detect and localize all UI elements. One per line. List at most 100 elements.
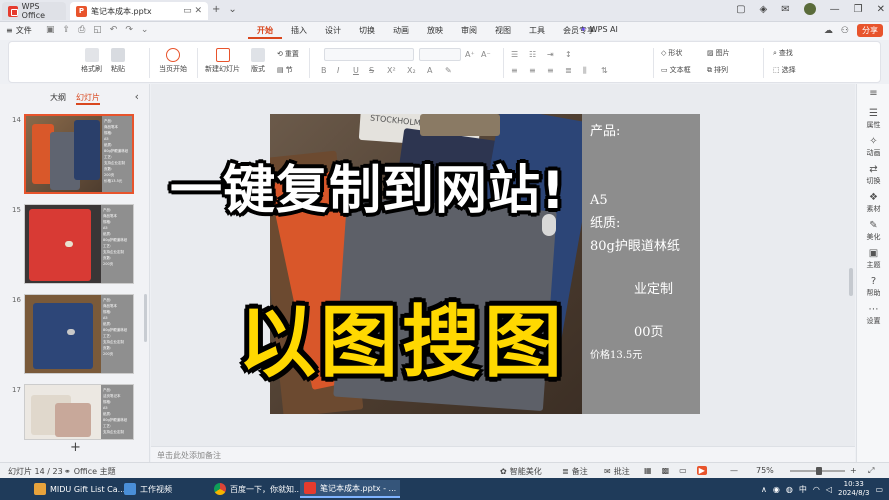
reading-view-icon[interactable]: ▭ bbox=[679, 466, 687, 475]
window-icon[interactable]: ▢ bbox=[736, 4, 745, 15]
increase-font-icon[interactable]: A⁺ bbox=[465, 50, 475, 59]
align-left-icon[interactable]: ≡ bbox=[511, 66, 518, 75]
tab-slideshow[interactable]: 放映 bbox=[418, 25, 452, 39]
zoom-level[interactable]: 75% bbox=[756, 466, 774, 475]
sidebar-expand[interactable]: ≡ bbox=[857, 88, 889, 100]
tab-view[interactable]: 视图 bbox=[486, 25, 520, 39]
tray-expand-icon[interactable]: ∧ bbox=[761, 485, 767, 494]
skin-icon[interactable]: ◈ bbox=[760, 4, 768, 15]
redo-icon[interactable]: ↷ bbox=[125, 25, 133, 35]
cloud-icon[interactable]: ☁ bbox=[824, 26, 833, 36]
slide-thumbnail-14[interactable]: 产品: 商品笔本 规格: A5 纸质: 80g护眼道林纸 工艺: 支持企业定制 … bbox=[24, 114, 134, 194]
tab-start[interactable]: 开始 bbox=[248, 25, 282, 39]
slideshow-from-current-button[interactable]: 当页开始 bbox=[159, 48, 187, 74]
textbox-button[interactable]: ▭ 文本框 bbox=[661, 65, 691, 75]
tab-transition[interactable]: 切换 bbox=[350, 25, 384, 39]
tab-tools[interactable]: 工具 bbox=[520, 25, 554, 39]
wechat-icon[interactable]: ◍ bbox=[786, 485, 793, 494]
print-icon[interactable]: ⎙ bbox=[78, 25, 85, 35]
canvas-scrollbar[interactable] bbox=[849, 268, 853, 296]
new-tab-icon[interactable]: + bbox=[212, 4, 220, 15]
tab-list-icon[interactable]: ⌄ bbox=[228, 4, 236, 15]
taskbar-item-browser[interactable]: 百度一下，你就知... bbox=[210, 480, 306, 498]
theme-indicator[interactable]: ⚭ Office 主题 bbox=[64, 466, 116, 477]
play-slideshow-icon[interactable]: ▶ bbox=[697, 466, 707, 475]
numbering-icon[interactable]: ☷ bbox=[529, 50, 536, 59]
sidebar-item-properties[interactable]: ☰属性 bbox=[857, 108, 889, 130]
tab-wps-office[interactable]: WPS Office bbox=[2, 2, 66, 20]
close-window-icon[interactable]: ✕ bbox=[877, 4, 885, 15]
bold-icon[interactable]: B bbox=[321, 66, 327, 75]
tab-document[interactable]: P 笔记本成本.pptx ▭ ✕ bbox=[70, 2, 208, 20]
slide-thumbnail-16[interactable]: 产品: 商品笔本 规格: A5 纸质: 80g护眼道林纸 工艺: 支持企业定制 … bbox=[24, 294, 134, 374]
avatar[interactable] bbox=[804, 3, 816, 15]
tab-slides[interactable]: 幻灯片 bbox=[76, 92, 100, 105]
tray-app-icon[interactable]: ◉ bbox=[773, 485, 780, 494]
grid-view-icon[interactable]: ▩ bbox=[662, 466, 670, 475]
sidebar-item-help[interactable]: ?帮助 bbox=[857, 276, 889, 298]
taskbar-item-folder[interactable]: 工作视频 bbox=[120, 480, 176, 498]
paste-button[interactable]: 粘贴 bbox=[111, 48, 125, 74]
superscript-icon[interactable]: X² bbox=[387, 66, 396, 75]
find-button[interactable]: ⌕ 查找 bbox=[773, 48, 793, 58]
reset-button[interactable]: ⟲ 重置 bbox=[277, 49, 299, 59]
sidebar-item-settings[interactable]: ⋯设置 bbox=[857, 304, 889, 326]
italic-icon[interactable]: I bbox=[337, 66, 339, 75]
decrease-font-icon[interactable]: A⁻ bbox=[481, 50, 491, 59]
section-button[interactable]: ▤ 节 bbox=[277, 65, 293, 75]
zoom-handle[interactable] bbox=[816, 467, 822, 475]
text-direction-icon[interactable]: ⇅ bbox=[601, 66, 608, 75]
notes-toggle[interactable]: ≣ 备注 bbox=[562, 466, 588, 477]
product-info-box[interactable]: 产品: A5 纸质: 80g护眼道林纸 业定制 00页 价格13.5元 bbox=[582, 114, 700, 414]
strike-icon[interactable]: S bbox=[369, 66, 374, 75]
panel-scrollbar[interactable] bbox=[144, 294, 147, 342]
collapse-panel-icon[interactable]: ‹ bbox=[135, 90, 139, 103]
align-right-icon[interactable]: ≡ bbox=[547, 66, 554, 75]
format-painter-button[interactable]: 格式刷 bbox=[81, 48, 102, 74]
zoom-out-icon[interactable]: — bbox=[730, 466, 738, 475]
arrange-button[interactable]: ⧉ 排列 bbox=[707, 65, 728, 75]
tab-outline[interactable]: 大纲 bbox=[50, 92, 66, 105]
comments-toggle[interactable]: ✉ 批注 bbox=[604, 466, 630, 477]
layout-button[interactable]: 版式 bbox=[251, 48, 265, 74]
add-slide-button[interactable]: + bbox=[70, 440, 81, 455]
undo-icon[interactable]: ↶ bbox=[110, 25, 118, 35]
wifi-icon[interactable]: ◠ bbox=[813, 485, 820, 494]
font-size-select[interactable] bbox=[419, 48, 461, 61]
select-button[interactable]: ⬚ 选择 bbox=[773, 65, 796, 75]
clock[interactable]: 10:33 2024/8/3 bbox=[838, 480, 869, 498]
subscript-icon[interactable]: X₂ bbox=[407, 66, 416, 75]
volume-icon[interactable]: ◁ bbox=[826, 485, 832, 494]
tab-design[interactable]: 设计 bbox=[316, 25, 350, 39]
line-spacing-icon[interactable]: ↕ bbox=[565, 50, 572, 59]
indent-icon[interactable]: ⇥ bbox=[547, 50, 554, 59]
sidebar-item-beautify[interactable]: ✎美化 bbox=[857, 220, 889, 242]
normal-view-icon[interactable]: ▦ bbox=[644, 466, 652, 475]
share-button[interactable]: 分享 bbox=[857, 24, 883, 37]
collaborate-icon[interactable]: ⚇ bbox=[841, 26, 849, 36]
sidebar-item-materials[interactable]: ❖素材 bbox=[857, 192, 889, 214]
tab-review[interactable]: 审阅 bbox=[452, 25, 486, 39]
tab-animation[interactable]: 动画 bbox=[384, 25, 418, 39]
shape-button[interactable]: ◇ 形状 bbox=[661, 48, 682, 58]
save-icon[interactable]: ▣ bbox=[46, 25, 55, 35]
tab-insert[interactable]: 插入 bbox=[282, 25, 316, 39]
columns-icon[interactable]: ⫼ bbox=[583, 66, 587, 76]
zoom-in-icon[interactable]: + bbox=[850, 466, 857, 475]
file-menu[interactable]: ≡ 文件 bbox=[6, 25, 32, 36]
export-icon[interactable]: ⇪ bbox=[63, 25, 71, 35]
smart-beautify-button[interactable]: ✿ 智能美化 bbox=[500, 466, 542, 477]
image-button[interactable]: ▨ 图片 bbox=[707, 48, 730, 58]
new-slide-button[interactable]: 新建幻灯片 bbox=[205, 48, 240, 74]
notes-field[interactable]: 单击此处添加备注 bbox=[151, 446, 855, 462]
minimize-icon[interactable]: — bbox=[830, 4, 840, 15]
notification-icon[interactable]: ▭ bbox=[875, 485, 883, 494]
fit-window-icon[interactable]: ⤢ bbox=[868, 466, 874, 476]
align-center-icon[interactable]: ≡ bbox=[529, 66, 536, 75]
bullets-icon[interactable]: ☰ bbox=[511, 50, 518, 59]
slide-thumbnail-17[interactable]: 产品: 活页笔记本 规格: A5 纸质: 80g护眼道林纸 工艺: 支持企业定制 bbox=[24, 384, 134, 440]
preview-icon[interactable]: ◱ bbox=[93, 25, 102, 35]
more-icon[interactable]: ⌄ bbox=[141, 25, 149, 35]
highlight-icon[interactable]: ✎ bbox=[445, 66, 452, 75]
font-color-icon[interactable]: A bbox=[427, 66, 432, 75]
